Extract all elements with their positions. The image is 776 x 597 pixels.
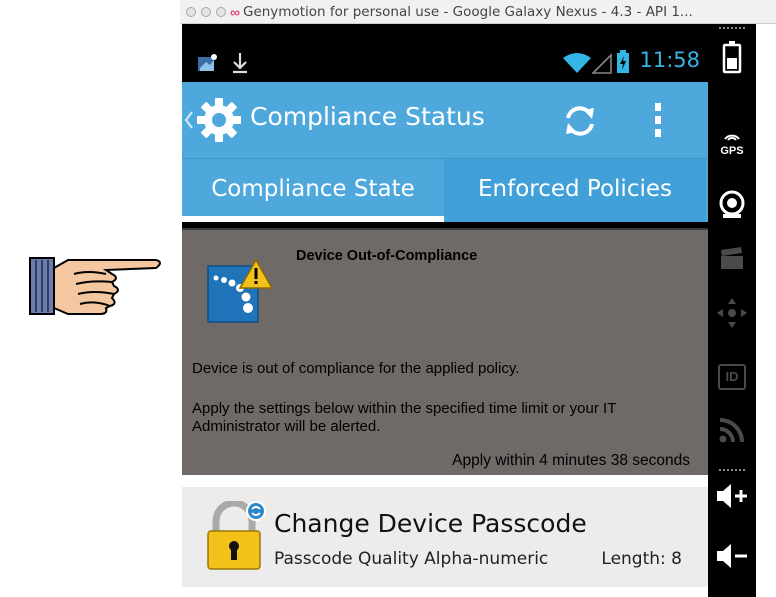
pointing-hand-icon (29, 257, 161, 315)
policy-length: Length: 8 (601, 549, 682, 569)
volume-up-button[interactable] (708, 482, 756, 510)
tab-bar: Compliance State Enforced Policies (182, 158, 708, 222)
status-bar: 11:58 (182, 24, 708, 82)
battery-icon (722, 41, 742, 74)
status-time: 11:58 (639, 48, 700, 72)
gear-icon (197, 98, 241, 142)
cell-signal-icon (592, 53, 612, 74)
emulator-sidebar: GPS ID (708, 24, 756, 597)
volume-down-button[interactable] (708, 542, 756, 570)
compliance-warning-icon (207, 258, 274, 323)
gps-label: GPS (720, 145, 744, 157)
alert-message: Device is out of compliance for the appl… (192, 360, 520, 377)
battery-charging-icon (617, 50, 629, 73)
dpad-icon (717, 298, 747, 328)
policy-detail: Passcode Quality Alpha-numeric (274, 549, 549, 569)
alert-timer-prefix: Apply within (452, 452, 535, 469)
alert-instruction: Apply the settings below within the spec… (192, 400, 617, 435)
up-navigation-button[interactable] (184, 110, 194, 130)
sidebar-grip-icon (719, 27, 745, 29)
volume-up-icon (717, 484, 747, 508)
policy-title: Change Device Passcode (274, 509, 587, 538)
notification-app-icon (198, 54, 217, 71)
window-titlebar: ∞ Genymotion for personal use - Google G… (180, 0, 776, 24)
screencast-widget-button[interactable] (708, 246, 756, 270)
alert-timer-value: 4 minutes 38 seconds (539, 452, 690, 469)
clapperboard-icon (721, 247, 743, 269)
device-id-label: ID (725, 369, 739, 384)
wifi-icon (563, 53, 591, 73)
device-id-icon: ID (718, 364, 746, 390)
overflow-menu-button[interactable] (654, 102, 662, 138)
volume-down-icon (717, 544, 747, 568)
action-bar-title: Compliance Status (250, 102, 485, 131)
broadcast-widget-button[interactable] (708, 416, 756, 444)
selected-tab-indicator (182, 216, 444, 222)
rss-broadcast-icon (719, 418, 744, 443)
webcam-widget-button[interactable] (708, 190, 756, 220)
dpad-widget-button[interactable] (708, 296, 756, 330)
genymotion-logo-icon: ∞ (230, 3, 240, 20)
padlock-icon (207, 501, 266, 570)
tab-compliance-state[interactable]: Compliance State (182, 159, 444, 222)
gps-widget-button[interactable]: GPS (708, 128, 756, 157)
download-icon (233, 53, 247, 74)
device-id-widget-button[interactable]: ID (708, 364, 756, 390)
battery-widget-button[interactable] (708, 40, 756, 74)
sidebar-grip-icon (719, 469, 745, 471)
refresh-button[interactable] (560, 102, 600, 140)
alert-title: Device Out-of-Compliance (296, 248, 478, 264)
webcam-icon (719, 190, 745, 218)
alert-timer: Apply within 4 minutes 38 seconds (452, 452, 690, 470)
device-screen: 11:58 Compliance Status Compliance State… (182, 24, 708, 587)
tab-enforced-policies[interactable]: Enforced Policies (444, 159, 706, 222)
list-divider (182, 475, 708, 487)
close-window-button[interactable] (186, 6, 196, 17)
policy-list-item[interactable]: Change Device Passcode Passcode Quality … (182, 487, 708, 587)
window-title: Genymotion for personal use - Google Gal… (242, 3, 693, 20)
minimize-window-button[interactable] (201, 6, 211, 17)
action-bar: Compliance Status (182, 82, 708, 158)
zoom-window-button[interactable] (216, 6, 226, 17)
compliance-alert-panel: Device Out-of-Compliance Device is out o… (182, 228, 708, 475)
gps-signal-icon (724, 134, 740, 141)
